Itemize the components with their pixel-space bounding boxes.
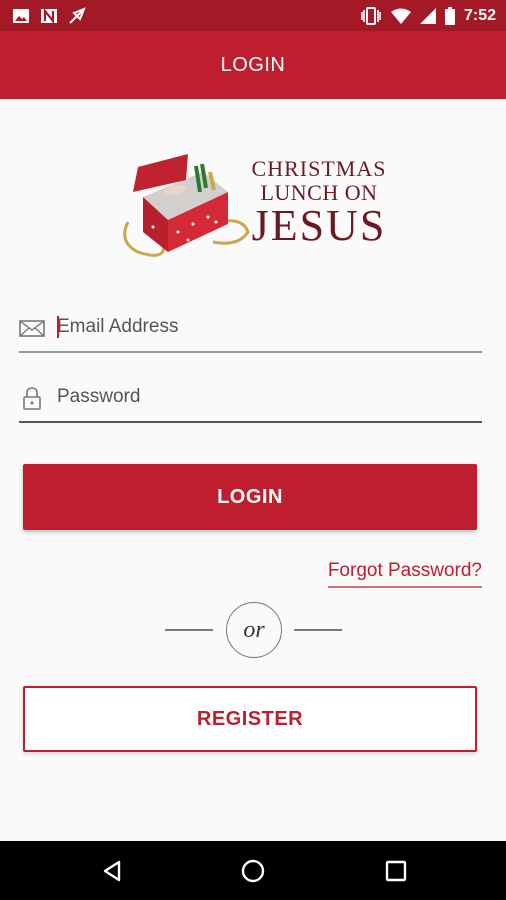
cell-signal-icon — [419, 8, 436, 24]
n-app-icon — [41, 8, 57, 24]
forgot-password-link[interactable]: Forgot Password? — [327, 560, 482, 588]
recents-icon — [385, 860, 407, 882]
logo-line-3: JESUS — [251, 201, 387, 250]
status-bar: 7:52 — [0, 0, 506, 31]
email-input[interactable] — [57, 311, 477, 343]
envelope-icon — [19, 320, 45, 337]
wifi-icon — [390, 8, 411, 24]
feather-icon — [69, 7, 86, 24]
password-input[interactable] — [57, 381, 477, 413]
app-logo: CHRISTMAS LUNCH ON JESUS — [118, 152, 390, 262]
gift-box-icon — [123, 154, 250, 257]
home-icon — [241, 859, 265, 883]
divider-line-left — [165, 629, 213, 631]
or-label: or — [243, 616, 265, 643]
or-divider: or — [226, 602, 282, 658]
battery-icon — [444, 7, 455, 25]
logo-wordmark: CHRISTMAS LUNCH ON JESUS — [248, 158, 390, 248]
system-icons: 7:52 — [360, 5, 496, 27]
app-bar: LOGIN — [0, 31, 506, 99]
image-icon — [13, 9, 29, 23]
recents-button[interactable] — [380, 855, 412, 887]
back-icon — [103, 860, 121, 882]
navigation-bar — [0, 841, 506, 900]
status-time: 7:52 — [463, 7, 496, 24]
lock-icon — [23, 387, 41, 410]
register-button[interactable]: REGISTER — [23, 686, 477, 752]
back-button[interactable] — [96, 855, 128, 887]
divider-line-right — [294, 629, 342, 631]
email-field[interactable] — [19, 303, 482, 353]
text-cursor — [57, 316, 59, 338]
home-button[interactable] — [237, 855, 269, 887]
page-title: LOGIN — [220, 53, 286, 76]
notification-icons — [12, 6, 86, 26]
login-button[interactable]: LOGIN — [23, 464, 477, 530]
vibrate-icon — [361, 7, 381, 25]
logo-line-1: CHRISTMAS — [251, 156, 387, 181]
password-field[interactable] — [19, 373, 482, 423]
